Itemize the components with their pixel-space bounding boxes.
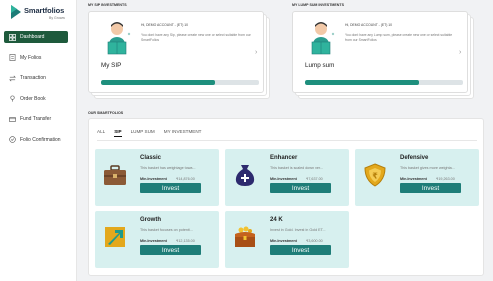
min-investment-label: Min.Investment xyxy=(140,177,167,181)
sidebar-item-fund-transfer[interactable]: Fund Transfer xyxy=(4,113,68,125)
money-bag-icon xyxy=(235,165,255,186)
smartfolios-section-label: OUR SMARTFOLIOS xyxy=(88,111,124,115)
folio-description: This basket has weightage towa... xyxy=(140,166,196,170)
sip-empty-message: You dont have any Sip, please create new… xyxy=(141,33,251,42)
sip-section-label: MY SIP INVESTMENTS xyxy=(88,3,127,7)
growth-arrow-icon xyxy=(105,227,125,247)
smartfolios-panel: ALL SIP LUMP SUM MY INVESTMENT Classic T… xyxy=(88,118,484,276)
sidebar-item-folio-confirmation[interactable]: Folio Confirmation xyxy=(4,134,68,146)
lumpsum-progress-fill xyxy=(305,80,419,85)
folio-description: This basket is scaled down ver... xyxy=(270,166,324,170)
sidebar-item-label: Order Book xyxy=(20,95,46,102)
sip-card-title: My SIP xyxy=(101,62,122,69)
min-investment-amount: ₹3,600.00 xyxy=(306,239,323,243)
folio-title: Classic xyxy=(140,155,162,161)
folio-description: This basket focuses on potenti... xyxy=(140,228,193,232)
svg-text:₹: ₹ xyxy=(372,172,378,181)
folio-icon xyxy=(9,54,16,61)
sidebar-item-label: My Folios xyxy=(20,54,42,61)
min-investment-amount: ₹14,876.00 xyxy=(176,177,195,181)
invest-button[interactable]: Invest xyxy=(140,183,201,193)
folio-card-enhancer[interactable]: Enhancer This basket is scaled down ver.… xyxy=(225,149,349,206)
folio-description: Invest in Gold. Invest in Gold ET... xyxy=(270,228,326,232)
lumpsum-empty-message: You dont have any Lump sum, please creat… xyxy=(345,33,453,42)
order-book-icon xyxy=(9,95,16,102)
logo-mark-icon xyxy=(11,5,21,19)
sidebar-item-transaction[interactable]: Transaction xyxy=(4,72,68,84)
chevron-right-icon[interactable]: › xyxy=(255,49,257,56)
sidebar-item-dashboard[interactable]: Dashboard xyxy=(4,31,68,43)
tab-all[interactable]: ALL xyxy=(97,129,105,137)
sidebar-item-my-folios[interactable]: My Folios xyxy=(4,52,68,64)
tabs-divider xyxy=(97,140,477,141)
min-investment-amount: ₹19,263.00 xyxy=(436,177,455,181)
folio-title: Enhancer xyxy=(270,155,298,161)
folio-card-24k[interactable]: 24 K Invest in Gold. Invest in Gold ET..… xyxy=(225,211,349,268)
lumpsum-section-label: MY LUMP SUM INVESTMENTS xyxy=(292,3,344,7)
sidebar-nav: Dashboard My Folios Transaction Order Bo… xyxy=(4,31,68,154)
lumpsum-account-greeting: Hi, DEMO ACCOUNT - (ET) 10 xyxy=(345,23,393,27)
app-root: Smartfolios By Groww Dashboard My Folios xyxy=(0,0,493,281)
min-investment-label: Min.Investment xyxy=(400,177,427,181)
briefcase-icon xyxy=(104,165,126,185)
lumpsum-card-title: Lump sum xyxy=(305,62,335,69)
min-investment-amount: ₹12,135.00 xyxy=(176,239,195,243)
person-reading-icon xyxy=(311,22,335,55)
sidebar-item-order-book[interactable]: Order Book xyxy=(4,93,68,105)
min-investment-label: Min.Investment xyxy=(270,177,297,181)
sip-card-main: My SIP Hi, DEMO ACCOUNT - (ET) 10 You do… xyxy=(88,11,264,93)
folio-description: This basket gives more weighta... xyxy=(400,166,455,170)
brand-logo[interactable]: Smartfolios By Groww xyxy=(11,5,71,23)
sidebar: Smartfolios By Groww Dashboard My Folios xyxy=(0,0,77,281)
shield-icon: ₹ xyxy=(364,163,386,187)
invest-button[interactable]: Invest xyxy=(270,245,331,255)
treasure-chest-icon xyxy=(235,226,255,247)
brand-name: Smartfolios xyxy=(24,6,65,15)
sip-account-greeting: Hi, DEMO ACCOUNT - (ET) 10 xyxy=(141,23,189,27)
lumpsum-investment-card[interactable]: Lump sum Hi, DEMO ACCOUNT - (ET) 10 You … xyxy=(292,11,474,99)
sidebar-item-label: Fund Transfer xyxy=(20,116,52,122)
min-investment-amount: ₹7,637.00 xyxy=(306,177,323,181)
sidebar-item-label: Folio Confirmation xyxy=(20,136,61,143)
sip-progress-fill xyxy=(101,80,215,85)
invest-button[interactable]: Invest xyxy=(270,183,331,193)
sidebar-item-label: Transaction xyxy=(20,75,46,81)
dashboard-icon xyxy=(9,33,16,41)
sidebar-item-label: Dashboard xyxy=(20,34,45,40)
tab-sip[interactable]: SIP xyxy=(114,129,122,137)
tab-lump-sum[interactable]: LUMP SUM xyxy=(131,129,155,137)
brand-sub: By Groww xyxy=(49,16,65,20)
sip-progress-bar xyxy=(101,80,259,85)
chevron-right-icon[interactable]: › xyxy=(459,49,461,56)
min-investment-label: Min.Investment xyxy=(140,239,167,243)
folio-card-classic[interactable]: Classic This basket has weightage towa..… xyxy=(95,149,219,206)
tab-my-investment[interactable]: MY INVESTMENT xyxy=(164,129,202,137)
sip-investment-card[interactable]: My SIP Hi, DEMO ACCOUNT - (ET) 10 You do… xyxy=(88,11,270,99)
folio-card-growth[interactable]: Growth This basket focuses on potenti...… xyxy=(95,211,219,268)
folio-title: Growth xyxy=(140,217,161,223)
invest-button[interactable]: Invest xyxy=(140,245,201,255)
fund-transfer-icon xyxy=(9,116,16,123)
folio-title: Defensive xyxy=(400,155,429,161)
folio-card-defensive[interactable]: ₹ Defensive This basket gives more weigh… xyxy=(355,149,479,206)
smartfolios-tabs: ALL SIP LUMP SUM MY INVESTMENT xyxy=(97,129,210,137)
folio-title: 24 K xyxy=(270,217,283,223)
person-reading-icon xyxy=(107,22,131,55)
min-investment-label: Min.Investment xyxy=(270,239,297,243)
transaction-icon xyxy=(9,75,16,82)
confirmation-icon xyxy=(9,136,16,143)
invest-button[interactable]: Invest xyxy=(400,183,461,193)
lumpsum-card-main: Lump sum Hi, DEMO ACCOUNT - (ET) 10 You … xyxy=(292,11,468,93)
lumpsum-progress-bar xyxy=(305,80,463,85)
